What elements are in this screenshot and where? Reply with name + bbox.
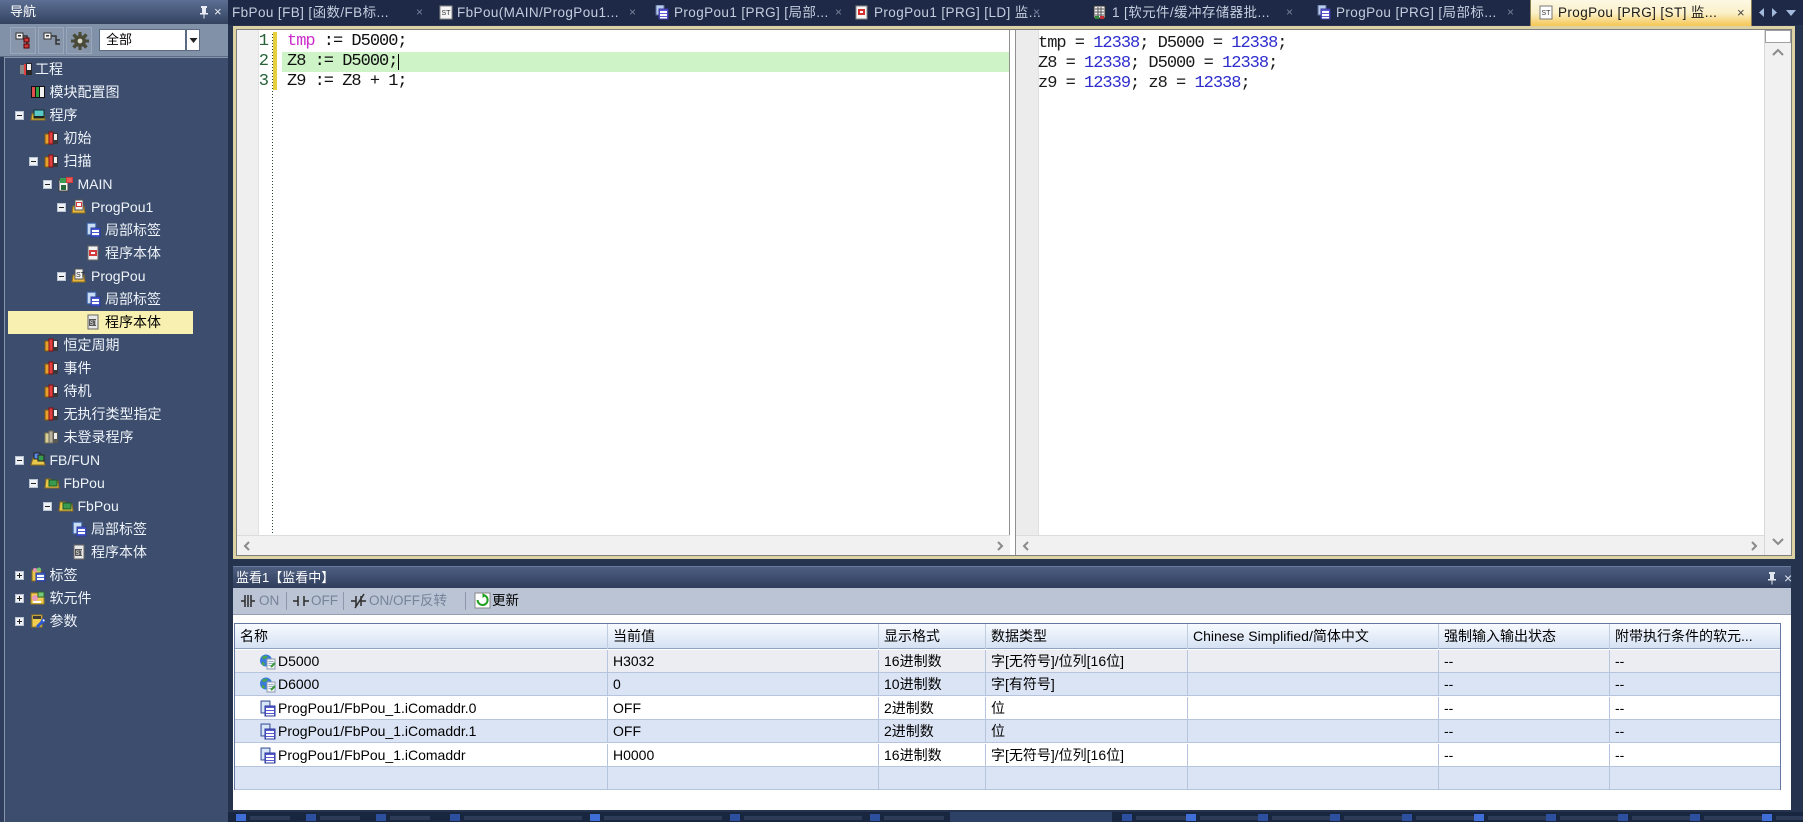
- svg-text:ST: ST: [1542, 10, 1552, 17]
- svg-text:ST: ST: [76, 272, 86, 279]
- svg-text:ST: ST: [76, 551, 84, 557]
- svg-text:ST: ST: [90, 321, 98, 327]
- svg-text:ST: ST: [442, 10, 452, 17]
